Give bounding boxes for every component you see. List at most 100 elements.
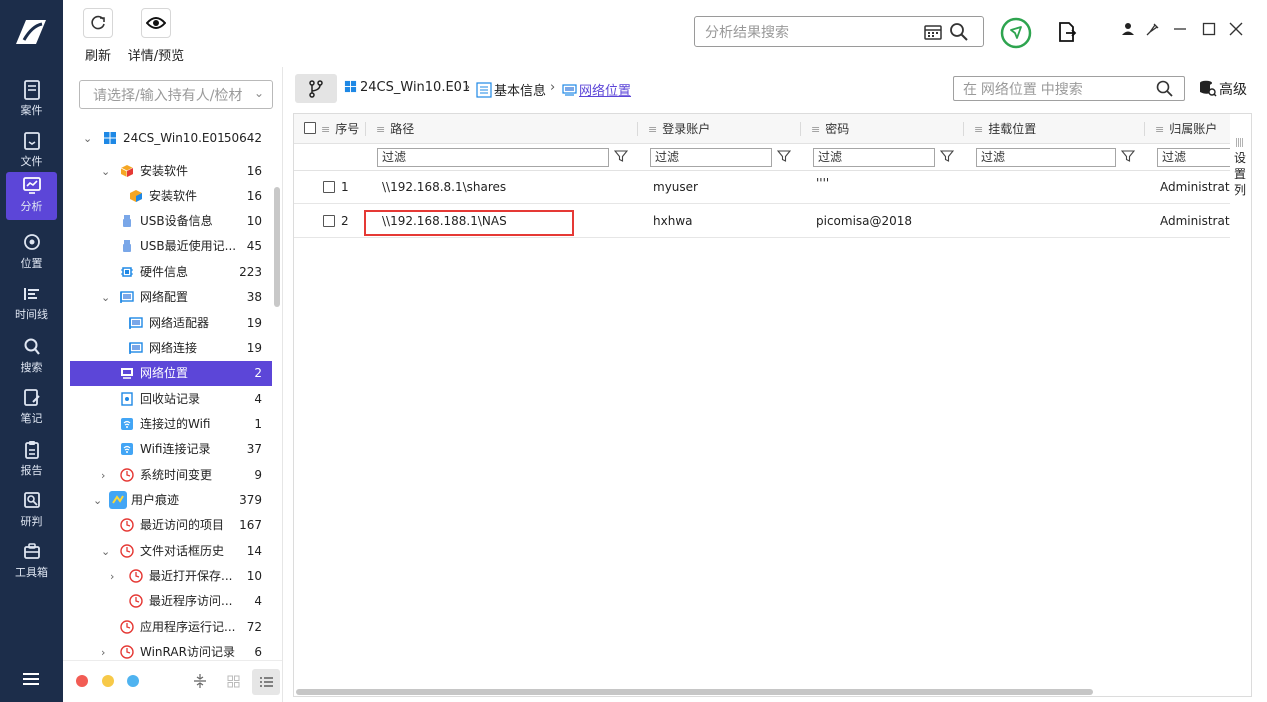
refresh-button[interactable]: 刷新	[83, 8, 113, 64]
tree-item-evidence-root[interactable]: ⌄ 24CS_Win10.E01 50642	[70, 126, 272, 151]
tree-item-recycle-bin[interactable]: 回收站记录 4	[70, 387, 272, 412]
column-header-path[interactable]: ≡ 路径	[376, 114, 414, 144]
filter-path-input[interactable]: 过滤	[377, 148, 609, 167]
tree-item-network-connection[interactable]: 网络连接 19	[70, 336, 272, 361]
export-icon[interactable]	[1057, 21, 1077, 43]
tree-scrollbar[interactable]	[274, 187, 280, 307]
rail-item-location[interactable]: 位置	[0, 229, 63, 277]
search-icon[interactable]	[949, 22, 969, 42]
tree-item-installed-software[interactable]: ⌄ 安装软件 16	[70, 159, 272, 184]
tree-item-network-config[interactable]: ⌄ 网络配置 38	[70, 285, 272, 310]
search-icon	[24, 338, 40, 355]
select-all-checkbox[interactable]	[304, 122, 316, 134]
tree-item-count: 10	[246, 214, 262, 228]
list-view-button[interactable]	[252, 669, 280, 695]
tree-item-recent-open-save[interactable]: › 最近打开保存... 10	[70, 564, 272, 589]
pin-icon[interactable]	[1146, 22, 1160, 36]
breadcrumb: 24CS_Win10.E01 › 基本信息 › 网络位置 高级	[283, 67, 1267, 110]
rail-label: 工具箱	[15, 566, 48, 579]
column-separator[interactable]	[963, 122, 964, 136]
column-separator[interactable]	[1144, 122, 1145, 136]
tree-item-usb-recent[interactable]: USB最近使用记... 45	[70, 234, 272, 259]
breadcrumb-current[interactable]: 网络位置	[562, 80, 631, 99]
rail-item-case[interactable]: 案件	[0, 76, 63, 124]
blue-dot[interactable]	[127, 675, 139, 687]
breadcrumb-evidence[interactable]: 24CS_Win10.E01	[344, 80, 470, 95]
filter-mount-location-input[interactable]: 过滤	[976, 148, 1116, 167]
send-status-icon[interactable]	[1000, 17, 1032, 49]
branch-button[interactable]	[295, 74, 337, 103]
column-header-login-account[interactable]: ≡ 登录账户	[648, 114, 710, 144]
menu-icon[interactable]	[20, 670, 42, 688]
collapse-expand-icon[interactable]	[193, 673, 207, 689]
filter-login-account-input[interactable]: 过滤	[650, 148, 772, 167]
result-search-input[interactable]	[705, 23, 915, 40]
table-row[interactable]: 1 \\192.168.8.1\shares myuser '''' Admin…	[294, 171, 1242, 204]
rail-item-report[interactable]: 报告	[0, 436, 63, 484]
column-header-index[interactable]: ≡ 序号	[321, 114, 359, 144]
tree-item-file-dialog-history[interactable]: ⌄ 文件对话框历史 14	[70, 539, 272, 564]
tree-item-installed-software-child[interactable]: 安装软件 16	[70, 184, 272, 209]
horizontal-scrollbar[interactable]	[294, 688, 1241, 696]
tree-item-usb-device-info[interactable]: USB设备信息 10	[70, 209, 272, 234]
scrollbar-thumb[interactable]	[296, 689, 1093, 695]
filter-icon[interactable]	[940, 149, 954, 163]
tree-item-user-traces[interactable]: ⌄ 用户痕迹 379	[70, 488, 272, 513]
branch-icon	[309, 79, 323, 98]
row-checkbox[interactable]	[323, 215, 335, 227]
red-dot[interactable]	[76, 675, 88, 687]
maximize-icon[interactable]	[1202, 22, 1216, 36]
rail-label: 时间线	[15, 308, 48, 321]
settings-column-panel[interactable]: |||| 设置列	[1230, 113, 1252, 697]
tree-item-network-location[interactable]: 网络位置 2	[70, 361, 272, 386]
close-icon[interactable]	[1229, 22, 1243, 36]
column-separator[interactable]	[800, 122, 801, 136]
rail-item-timeline[interactable]: 时间线	[0, 280, 63, 328]
eye-icon	[146, 17, 166, 29]
column-separator[interactable]	[365, 122, 366, 136]
tree-item-system-time-change[interactable]: › 系统时间变更 9	[70, 463, 272, 488]
clock-icon	[120, 645, 134, 659]
rail-item-toolbox[interactable]: 工具箱	[0, 538, 63, 586]
breadcrumb-section[interactable]: 基本信息	[476, 80, 546, 99]
rail-item-search[interactable]: 搜索	[0, 333, 63, 381]
filter-icon[interactable]	[777, 149, 791, 163]
user-icon[interactable]	[1121, 22, 1135, 36]
wifi-icon	[121, 443, 133, 455]
column-separator[interactable]	[637, 122, 638, 136]
filter-icon[interactable]	[1121, 149, 1135, 163]
column-header-owner-account[interactable]: ≡ 归属账户	[1155, 114, 1217, 144]
table-row[interactable]: 2 \\192.168.188.1\NAS hxhwa picomisa@201…	[294, 205, 1242, 238]
tree-item-recent-items[interactable]: 最近访问的项目 167	[70, 513, 272, 538]
tree-item-network-adapter[interactable]: 网络适配器 19	[70, 311, 272, 336]
tree-item-label: 网络适配器	[149, 316, 210, 330]
tree-item-hardware-info[interactable]: 硬件信息 223	[70, 260, 272, 285]
calendar-icon[interactable]	[923, 23, 943, 41]
column-header-password[interactable]: ≡ 密码	[811, 114, 849, 144]
minimize-icon[interactable]	[1173, 22, 1187, 36]
filter-password-input[interactable]: 过滤	[813, 148, 935, 167]
in-section-search-input[interactable]	[963, 80, 1153, 97]
rail-label: 笔记	[20, 412, 43, 425]
filter-icon[interactable]	[614, 149, 628, 163]
tree-item-wifi-records[interactable]: Wifi连接记录 37	[70, 437, 272, 462]
rail-item-notes[interactable]: 笔记	[0, 384, 63, 432]
yellow-dot[interactable]	[102, 675, 114, 687]
tree-item-app-run-records[interactable]: 应用程序运行记... 72	[70, 615, 272, 640]
windows-icon	[104, 132, 116, 144]
tree-item-label: 应用程序运行记...	[140, 620, 236, 634]
tree-item-recent-program-access[interactable]: 最近程序访问... 4	[70, 589, 272, 614]
column-header-mount-location[interactable]: ≡ 挂载位置	[974, 114, 1036, 144]
owner-evidence-select[interactable]: 请选择/输入持有人/检材 ⌄	[79, 80, 273, 109]
cell-path: \\192.168.188.1\NAS	[382, 214, 507, 228]
row-checkbox[interactable]	[323, 181, 335, 193]
advanced-search-button[interactable]: 高级	[1199, 79, 1247, 99]
details-preview-button[interactable]: 详情/预览	[127, 8, 185, 64]
rail-item-analysis[interactable]: 分析	[6, 172, 57, 220]
rail-item-judge[interactable]: 研判	[0, 487, 63, 535]
tree-item-connected-wifi[interactable]: 连接过的Wifi 1	[70, 412, 272, 437]
rail-item-file[interactable]: 文件	[0, 127, 63, 175]
grid-view-icon[interactable]	[227, 675, 240, 688]
filter-owner-account-input[interactable]: 过滤	[1157, 148, 1241, 167]
search-icon[interactable]	[1156, 80, 1174, 98]
